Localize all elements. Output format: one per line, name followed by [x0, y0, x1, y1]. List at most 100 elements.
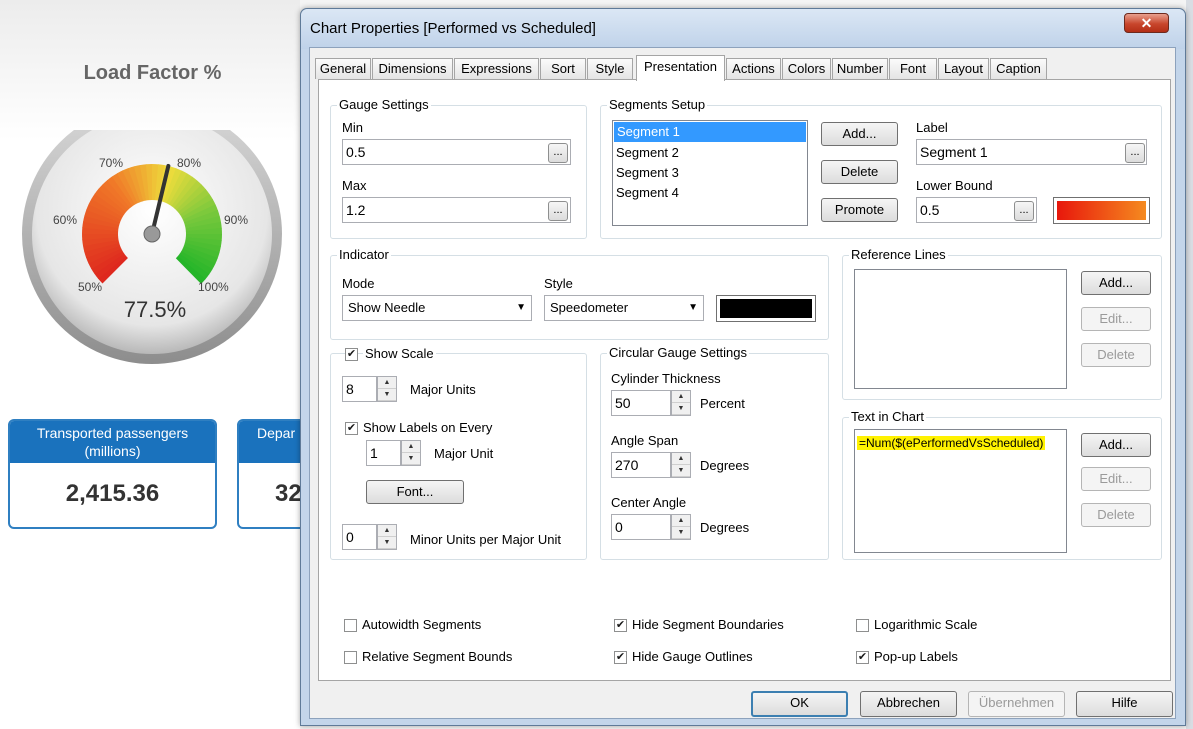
segment-color-swatch	[1057, 201, 1146, 220]
cancel-button[interactable]: Abbrechen	[860, 691, 957, 717]
add-text-button[interactable]: Add...	[1081, 433, 1151, 457]
max-label: Max	[342, 178, 367, 193]
minor-units-spinner[interactable]: ▲ ▼	[377, 524, 397, 550]
max-input[interactable]: 1.2	[342, 197, 571, 223]
hide-segment-boundaries-checkbox[interactable]: ✔	[614, 619, 627, 632]
group-label: Indicator	[337, 247, 391, 262]
center-angle-unit: Degrees	[700, 520, 750, 535]
scale-font-button[interactable]: Font...	[366, 480, 464, 504]
apply-button[interactable]: Übernehmen	[968, 691, 1065, 717]
major-units-input[interactable]: 8	[342, 376, 377, 402]
spin-down-icon[interactable]: ▼	[672, 403, 690, 415]
angle-span-input[interactable]: 270	[611, 452, 671, 478]
max-expression-button[interactable]: ...	[548, 201, 568, 221]
tab-caption[interactable]: Caption	[990, 58, 1047, 79]
tab-expressions[interactable]: Expressions	[454, 58, 539, 79]
add-segment-button[interactable]: Add...	[821, 122, 898, 146]
tab-colors[interactable]: Colors	[782, 58, 831, 79]
tab-style[interactable]: Style	[587, 58, 633, 79]
spin-down-icon[interactable]: ▼	[402, 453, 420, 465]
help-button[interactable]: Hilfe	[1076, 691, 1173, 717]
edit-text-button[interactable]: Edit...	[1081, 467, 1151, 491]
segment-item[interactable]: Segment 4	[613, 183, 807, 203]
minor-units-input[interactable]: 0	[342, 524, 377, 550]
mode-select[interactable]: Show Needle ▼	[342, 295, 532, 321]
lower-bound-expression-button[interactable]: ...	[1014, 201, 1034, 221]
lower-bound-label: Lower Bound	[916, 178, 993, 193]
tab-sort[interactable]: Sort	[540, 58, 586, 79]
cylinder-thickness-input[interactable]: 50	[611, 390, 671, 416]
popup-labels-checkbox[interactable]: ✔	[856, 651, 869, 664]
major-unit-label: Major Unit	[434, 446, 494, 461]
tab-presentation[interactable]: Presentation	[636, 55, 725, 81]
dialog-titlebar[interactable]: Chart Properties [Performed vs Scheduled…	[301, 9, 1185, 49]
reference-lines-group: Reference Lines Add... Edit... Delete	[842, 247, 1162, 400]
cylinder-thickness-spinner[interactable]: ▲ ▼	[671, 390, 691, 416]
style-select[interactable]: Speedometer ▼	[544, 295, 704, 321]
spin-up-icon[interactable]: ▲	[402, 441, 420, 453]
spin-up-icon[interactable]: ▲	[672, 515, 690, 527]
major-unit-input[interactable]: 1	[366, 440, 401, 466]
gauge-value: 77.5%	[123, 297, 187, 322]
spin-down-icon[interactable]: ▼	[378, 537, 396, 549]
relative-segment-bounds-label: Relative Segment Bounds	[362, 649, 513, 664]
gauge-label-90: 90%	[224, 213, 249, 227]
kpi-title-line1: Transported passengers	[36, 425, 189, 441]
style-label: Style	[544, 276, 573, 291]
segment-label-expression-button[interactable]: ...	[1125, 143, 1145, 163]
ok-button[interactable]: OK	[751, 691, 848, 717]
tab-layout[interactable]: Layout	[938, 58, 989, 79]
gauge-label-80: 80%	[177, 156, 202, 170]
hide-segment-boundaries-label: Hide Segment Boundaries	[632, 617, 784, 632]
segments-list[interactable]: Segment 1 Segment 2 Segment 3 Segment 4	[612, 120, 808, 226]
edit-reference-line-button[interactable]: Edit...	[1081, 307, 1151, 331]
delete-reference-line-button[interactable]: Delete	[1081, 343, 1151, 367]
tab-number[interactable]: Number	[832, 58, 888, 79]
text-in-chart-group: Text in Chart =Num($(ePerformedVsSchedul…	[842, 409, 1162, 560]
kpi-transported-passengers[interactable]: Transported passengers (millions) 2,415.…	[8, 419, 217, 529]
tab-actions[interactable]: Actions	[726, 58, 781, 79]
tab-font[interactable]: Font	[889, 58, 937, 79]
segment-color-button[interactable]	[1053, 197, 1150, 224]
center-angle-spinner[interactable]: ▲ ▼	[671, 514, 691, 540]
group-label: Segments Setup	[607, 97, 708, 112]
min-input[interactable]: 0.5	[342, 139, 571, 165]
spin-up-icon[interactable]: ▲	[672, 453, 690, 465]
segment-label-input[interactable]: Segment 1	[916, 139, 1147, 165]
spin-up-icon[interactable]: ▲	[378, 377, 396, 389]
segment-item[interactable]: Segment 1	[614, 122, 806, 142]
text-in-chart-list[interactable]: =Num($(ePerformedVsScheduled)	[854, 429, 1067, 553]
segment-item[interactable]: Segment 3	[613, 163, 807, 183]
spin-down-icon[interactable]: ▼	[672, 465, 690, 477]
load-factor-gauge[interactable]	[22, 130, 284, 366]
major-units-spinner[interactable]: ▲ ▼	[377, 376, 397, 402]
gauge-title: Load Factor %	[83, 62, 222, 84]
spin-up-icon[interactable]: ▲	[378, 525, 396, 537]
promote-segment-button[interactable]: Promote	[821, 198, 898, 222]
min-expression-button[interactable]: ...	[548, 143, 568, 163]
spin-up-icon[interactable]: ▲	[672, 391, 690, 403]
spin-down-icon[interactable]: ▼	[378, 389, 396, 401]
show-scale-checkbox[interactable]: ✔	[345, 348, 358, 361]
dialog-title: Chart Properties [Performed vs Scheduled…	[310, 20, 596, 37]
presentation-panel: Gauge Settings Min 0.5 ... Max 1.2 ... S…	[318, 79, 1171, 681]
close-button[interactable]: ✕	[1124, 13, 1169, 33]
center-angle-input[interactable]: 0	[611, 514, 671, 540]
autowidth-segments-checkbox[interactable]	[344, 619, 357, 632]
logarithmic-scale-checkbox[interactable]	[856, 619, 869, 632]
segment-item[interactable]: Segment 2	[613, 143, 807, 163]
tab-dimensions[interactable]: Dimensions	[372, 58, 453, 79]
spin-down-icon[interactable]: ▼	[672, 527, 690, 539]
relative-segment-bounds-checkbox[interactable]	[344, 651, 357, 664]
delete-text-button[interactable]: Delete	[1081, 503, 1151, 527]
angle-span-spinner[interactable]: ▲ ▼	[671, 452, 691, 478]
delete-segment-button[interactable]: Delete	[821, 160, 898, 184]
major-unit-spinner[interactable]: ▲ ▼	[401, 440, 421, 466]
reference-lines-list[interactable]	[854, 269, 1067, 389]
tab-general[interactable]: General	[315, 58, 371, 79]
show-labels-checkbox[interactable]: ✔	[345, 422, 358, 435]
text-in-chart-item[interactable]: =Num($(ePerformedVsScheduled)	[855, 433, 1066, 453]
add-reference-line-button[interactable]: Add...	[1081, 271, 1151, 295]
hide-gauge-outlines-checkbox[interactable]: ✔	[614, 651, 627, 664]
indicator-color-button[interactable]	[716, 295, 816, 322]
